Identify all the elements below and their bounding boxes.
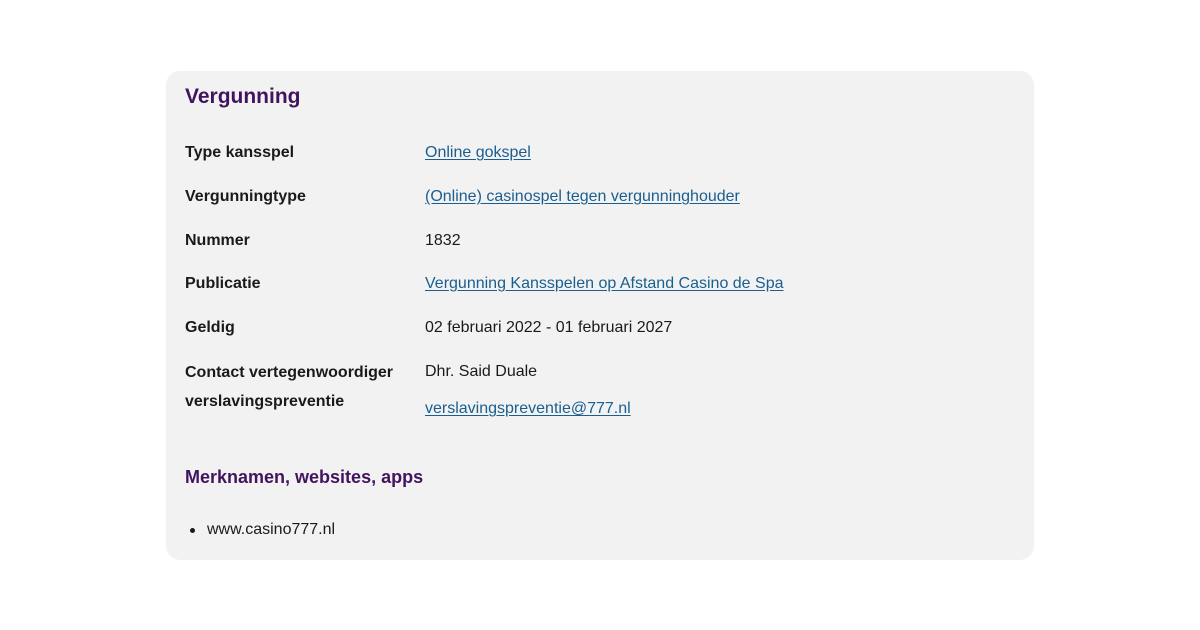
license-card: Vergunning Type kansspel Online gokspel … <box>166 71 1034 560</box>
contact-label-line1: Contact vertegenwoordiger <box>185 364 394 381</box>
row-label: Type kansspel <box>185 144 295 161</box>
row-value: (Online) casinospel tegen vergunninghoud… <box>425 183 740 211</box>
validity-period: 02 februari 2022 - 01 februari 2027 <box>425 319 673 336</box>
row-label: Geldig <box>185 319 235 336</box>
brand-url: www.casino777.nl <box>207 521 336 538</box>
row-value: Online gokspel <box>425 139 531 167</box>
row-label: Vergunningtype <box>185 188 306 205</box>
type-kansspel-link[interactable]: Online gokspel <box>425 144 531 161</box>
list-item: www.casino777.nl <box>185 517 335 543</box>
row-label: Nummer <box>185 232 250 249</box>
contact-label-line2: verslavingspreventie <box>185 393 345 410</box>
row-contact: Contact vertegenwoordiger verslavingspre… <box>185 358 1025 428</box>
vergunningtype-link[interactable]: (Online) casinospel tegen vergunninghoud… <box>425 188 740 205</box>
license-number: 1832 <box>425 232 461 249</box>
row-label: Publicatie <box>185 275 261 292</box>
publicatie-link[interactable]: Vergunning Kansspelen op Afstand Casino … <box>425 275 784 292</box>
contact-name: Dhr. Said Duale <box>425 363 538 380</box>
row-label: Contact vertegenwoordiger verslavingspre… <box>185 358 415 416</box>
card-title: Vergunning <box>185 85 301 108</box>
bullet-icon <box>190 528 195 533</box>
brands-section-title: Merknamen, websites, apps <box>185 467 424 487</box>
brand-list: www.casino777.nl <box>185 517 335 543</box>
row-value: Vergunning Kansspelen op Afstand Casino … <box>425 270 784 298</box>
contact-email-link[interactable]: verslavingspreventie@777.nl <box>425 395 631 423</box>
row-value: Dhr. Said Duale verslavingspreventie@777… <box>425 358 631 423</box>
